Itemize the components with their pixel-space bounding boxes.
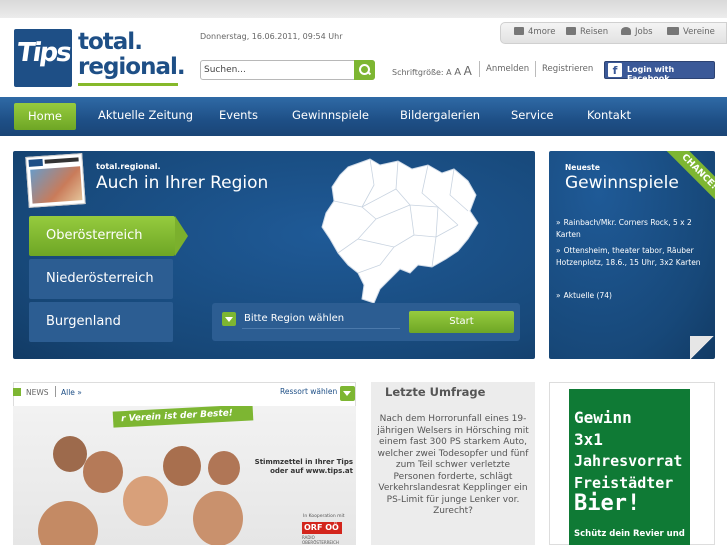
nav-aktuelle-zeitung[interactable]: Aktuelle Zeitung bbox=[98, 108, 193, 122]
logo-underline bbox=[78, 83, 178, 86]
font-size-control: Schriftgröße: A A A bbox=[392, 64, 472, 78]
region-niederoesterreich[interactable]: Niederösterreich bbox=[29, 259, 173, 299]
font-size-label: Schriftgröße: bbox=[392, 68, 444, 77]
region-burgenland[interactable]: Burgenland bbox=[29, 302, 173, 342]
toplink-4more[interactable]: 4more bbox=[514, 27, 555, 37]
toplink-vereine[interactable]: Vereine bbox=[667, 27, 715, 37]
paper-masthead bbox=[28, 158, 43, 167]
region-select-label: Bitte Region wählen bbox=[244, 313, 345, 324]
gewinnspiele-title: Gewinnspiele bbox=[565, 173, 679, 193]
nav-bildergalerien[interactable]: Bildergalerien bbox=[400, 108, 480, 122]
advertisement[interactable]: Gewinn 3x1 Jahresvorrat Freistädter Bier… bbox=[569, 389, 690, 545]
region-title: Auch in Ihrer Region bbox=[96, 173, 269, 193]
news-caption: Stimmzettel in Ihrer Tips oder auf www.ti… bbox=[253, 458, 353, 476]
ressort-select-label[interactable]: Ressort wählen bbox=[280, 387, 337, 396]
paper-headline bbox=[44, 157, 79, 164]
caption-line1: Stimmzettel in Ihrer Tips bbox=[254, 458, 353, 466]
toplink-label: 4more bbox=[528, 27, 556, 37]
news-teaser-image[interactable]: r Verein ist der Beste! Stimmzettel in I… bbox=[13, 406, 356, 545]
font-size-large[interactable]: A bbox=[464, 64, 472, 78]
page-curl bbox=[690, 336, 715, 359]
login-link[interactable]: Anmelden bbox=[486, 64, 529, 74]
newspaper-thumbnail[interactable] bbox=[25, 153, 86, 208]
person-photo bbox=[163, 446, 201, 486]
ad-line3: Jahresvorrat bbox=[574, 452, 683, 470]
region-oberoesterreich[interactable]: Oberösterreich bbox=[29, 216, 188, 256]
nav-home[interactable]: Home bbox=[14, 103, 76, 130]
toplink-label: Vereine bbox=[683, 27, 715, 37]
nav-events[interactable]: Events bbox=[219, 108, 258, 122]
toplink-reisen[interactable]: Reisen bbox=[566, 27, 608, 37]
upper-austria-map[interactable] bbox=[318, 155, 488, 305]
person-icon bbox=[621, 27, 631, 35]
toplink-jobs[interactable]: Jobs bbox=[621, 27, 653, 37]
calendar-icon bbox=[514, 27, 524, 35]
current-date: Donnerstag, 16.06.2011, 09:54 Uhr bbox=[200, 32, 343, 41]
divider bbox=[55, 386, 56, 397]
group-icon bbox=[667, 27, 679, 35]
ad-line1: Gewinn bbox=[574, 408, 632, 427]
orf-subtitle: RADIO OBERÖSTERREICH bbox=[302, 535, 339, 545]
chevron-down-icon bbox=[222, 312, 236, 326]
ad-line5: Bier! bbox=[574, 491, 641, 516]
nav-kontakt[interactable]: Kontakt bbox=[587, 108, 631, 122]
gewinnspiel-item[interactable]: Ottensheim, theater tabor, Räuber Hotzen… bbox=[556, 245, 706, 269]
nav-gewinnspiele[interactable]: Gewinnspiele bbox=[292, 108, 369, 122]
register-link[interactable]: Registrieren bbox=[542, 64, 593, 74]
orf-logo: ORF OÖ bbox=[302, 522, 342, 534]
divider bbox=[535, 61, 536, 77]
person-photo bbox=[208, 451, 240, 485]
person-photo bbox=[38, 501, 98, 545]
map-outline bbox=[321, 158, 479, 304]
region-small-title: total.regional. bbox=[96, 162, 161, 171]
toplink-label: Reisen bbox=[580, 27, 609, 37]
poll-question[interactable]: Nach dem Horrorunfall eines 19-jährigen … bbox=[376, 414, 530, 518]
select-underline bbox=[242, 328, 400, 329]
top-strip bbox=[0, 0, 727, 18]
search-box bbox=[200, 60, 375, 80]
tips-logo-box: Tips bbox=[14, 29, 72, 87]
nav-service[interactable]: Service bbox=[511, 108, 554, 122]
logo-tagline: total. regional. bbox=[78, 29, 186, 80]
logo-line1: total. bbox=[78, 29, 143, 55]
person-photo bbox=[83, 451, 123, 493]
ad-small-text: Schütz dein Revier und bbox=[574, 529, 685, 539]
person-photo bbox=[193, 491, 243, 545]
logo-tips-text: Tips bbox=[14, 38, 72, 68]
font-size-small[interactable]: A bbox=[446, 68, 451, 77]
gewinnspiel-item[interactable]: Aktuelle (74) bbox=[556, 290, 706, 302]
toplink-label: Jobs bbox=[635, 27, 653, 37]
news-filter-all[interactable]: Alle » bbox=[61, 388, 82, 397]
caption-line2: oder auf www.tips.at bbox=[270, 467, 353, 475]
gewinnspiele-small-title: Neueste bbox=[565, 163, 600, 172]
divider bbox=[479, 61, 480, 77]
gewinnspiel-item[interactable]: Rainbach/Mkr. Corners Rock, 5 x 2 Karten bbox=[556, 217, 706, 241]
news-label: NEWS bbox=[26, 388, 49, 397]
person-photo bbox=[53, 436, 87, 472]
poll-title: Letzte Umfrage bbox=[385, 385, 486, 399]
ad-line2: 3x1 bbox=[574, 430, 603, 449]
ressort-dropdown-button[interactable] bbox=[340, 386, 355, 401]
paper-photo bbox=[30, 166, 83, 204]
facebook-icon: f bbox=[608, 63, 622, 77]
person-photo bbox=[123, 476, 168, 526]
logo-line2: regional. bbox=[78, 54, 186, 80]
facebook-login-button[interactable]: f Login with Facebook bbox=[604, 61, 715, 83]
facebook-login-label: Login with Facebook bbox=[627, 65, 675, 83]
search-button[interactable] bbox=[354, 60, 375, 80]
font-size-medium[interactable]: A bbox=[454, 67, 461, 78]
search-input[interactable] bbox=[204, 63, 354, 77]
start-button[interactable]: Start bbox=[409, 311, 514, 333]
site-logo[interactable]: Tips total. regional. bbox=[14, 29, 186, 87]
suitcase-icon bbox=[566, 27, 576, 35]
orf-cooperation: In Kooperation mit bbox=[303, 514, 345, 519]
news-marker bbox=[13, 388, 21, 396]
news-banner: r Verein ist der Beste! bbox=[112, 406, 254, 428]
